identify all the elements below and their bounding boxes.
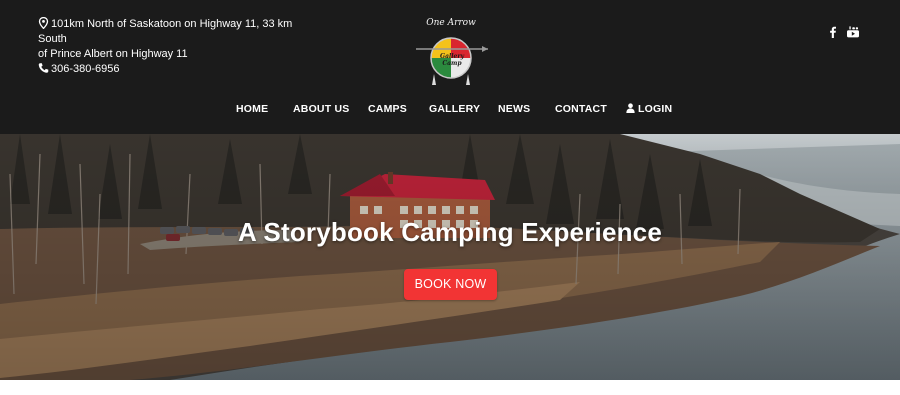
nav-item-login[interactable]: LOGIN	[626, 103, 672, 115]
facebook-link[interactable]	[826, 25, 840, 39]
nav-item-news[interactable]: NEWS	[498, 103, 530, 115]
phone-line[interactable]: 306-380-6956	[38, 62, 308, 77]
nav-item-about-us[interactable]: ABOUT US	[293, 103, 349, 115]
youtube-link[interactable]	[846, 25, 860, 39]
book-now-button[interactable]: BOOK NOW	[404, 269, 497, 300]
site-logo[interactable]: One Arrow Gallery Camp	[412, 16, 490, 86]
logo-text-top: One Arrow	[426, 18, 476, 28]
youtube-icon	[847, 26, 859, 38]
nav-item-contact[interactable]: CONTACT	[555, 103, 607, 115]
hero-title: A Storybook Camping Experience	[237, 217, 663, 247]
page-content-area	[0, 380, 900, 395]
nav-item-camps[interactable]: CAMPS	[368, 103, 407, 115]
main-navigation: HOME ABOUT US CAMPS GALLERY NEWS CONTACT…	[0, 103, 900, 119]
address-line-2: of Prince Albert on Highway 11	[38, 48, 188, 60]
user-icon	[626, 103, 635, 113]
address-line-1: 101km North of Saskatoon on Highway 11, …	[38, 17, 293, 45]
phone-icon	[38, 63, 49, 73]
hero-banner: A Storybook Camping Experience BOOK NOW	[0, 134, 900, 380]
facebook-icon	[830, 26, 836, 38]
map-marker-icon	[38, 17, 49, 29]
logo-text-middle: Gallery Camp	[439, 53, 465, 67]
nav-item-gallery[interactable]: GALLERY	[429, 103, 480, 115]
hero-background-image	[0, 134, 900, 380]
site-header: 101km North of Saskatoon on Highway 11, …	[0, 0, 900, 134]
nav-item-home[interactable]: HOME	[236, 103, 268, 115]
contact-info: 101km North of Saskatoon on Highway 11, …	[38, 17, 308, 77]
